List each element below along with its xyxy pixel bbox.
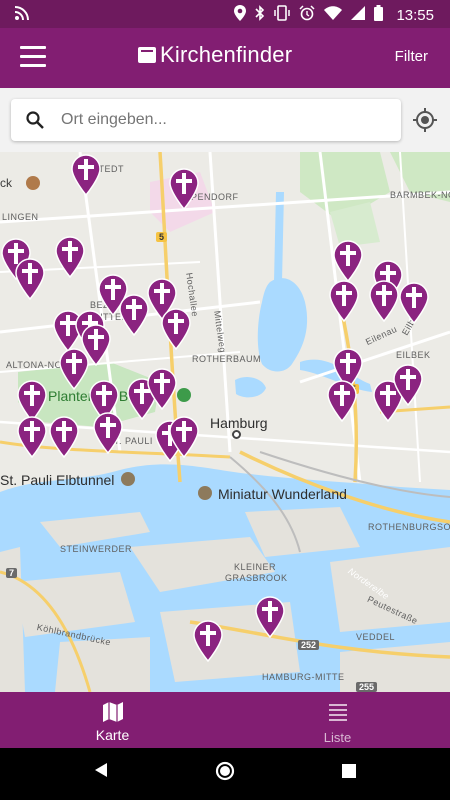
alarm-icon [299,5,315,25]
tab-karte[interactable]: Karte [0,692,225,748]
map-label-grasbrook: GRASBROOK [225,573,288,583]
map-label-barmbek-nord: BARMBEK-NORD [390,190,450,200]
map-label-lingen: LINGEN [2,212,39,222]
hamburger-menu-icon[interactable] [20,46,46,68]
home-icon[interactable] [215,761,235,781]
church-marker-icon[interactable] [332,240,364,282]
church-marker-icon[interactable] [368,280,400,322]
tab-liste[interactable]: Liste [225,692,450,748]
search-row [0,88,450,152]
filter-button[interactable]: Filter [395,48,428,65]
wifi-icon [324,6,343,24]
back-icon[interactable] [94,762,108,778]
map-label-ck: ck [0,176,12,190]
church-marker-icon[interactable] [58,348,90,390]
church-marker-icon[interactable] [146,368,178,410]
church-marker-icon[interactable] [16,416,48,458]
map-label-altona-nord: ALTONA-NO [6,360,63,370]
route-badge: 7 [6,568,18,578]
map-icon [103,702,123,722]
map-label-st-pauli-elbtunnel: St. Pauli Elbtunnel [0,472,115,488]
app-title: Kirchenfinder [160,42,293,67]
map-label-miniatur-wunderland: Miniatur Wunderland [218,486,347,502]
map-label-rotherbaum: ROTHERBAUM [192,354,262,364]
bluetooth-icon [255,5,265,25]
city-center-marker [232,430,241,439]
signal-icon [351,6,366,24]
search-input[interactable] [61,99,391,141]
tab-karte-label: Karte [95,727,130,743]
church-marker-icon[interactable] [326,380,358,422]
map-label-rothenburgsort: ROTHENBURGSORT [368,522,450,532]
recent-apps-icon[interactable] [342,764,356,778]
list-icon [329,704,347,721]
search-icon[interactable] [25,110,45,130]
church-marker-icon[interactable] [168,168,200,210]
church-marker-icon[interactable] [254,596,286,638]
my-location-icon[interactable] [412,107,438,133]
map-label-kleiner: KLEINER [234,562,277,572]
location-icon [234,5,247,25]
system-navigation-bar [0,748,450,800]
museum-poi-icon[interactable] [198,486,212,500]
zoo-poi-icon[interactable] [26,176,40,190]
church-marker-icon[interactable] [118,294,150,336]
brand: Kirchenfinder [138,42,292,68]
app-logo-icon [138,47,156,63]
church-marker-icon[interactable] [92,412,124,454]
map-label-hamburg-mitte: HAMBURG-MITTE [262,672,345,682]
map-label-hamburg: Hamburg [210,415,268,431]
app-bar: Kirchenfinder Filter [0,28,450,88]
map-label-steinwerder: STEINWERDER [60,544,133,554]
park-poi-icon[interactable] [177,388,191,402]
search-box [11,99,401,141]
church-marker-icon[interactable] [398,282,430,324]
status-time: 13:55 [396,6,434,24]
map-view[interactable]: STEDT EPPENDORF BARMBEK-NORD ck LINGEN H… [0,152,450,692]
church-marker-icon[interactable] [48,416,80,458]
church-marker-icon[interactable] [328,280,360,322]
bottom-navigation: Karte Liste [0,692,450,748]
church-marker-icon[interactable] [70,154,102,196]
wifi-calling-icon [14,5,30,25]
vibrate-icon [274,5,291,25]
battery-icon [374,5,384,25]
church-marker-icon[interactable] [160,308,192,350]
tab-liste-label: Liste [323,730,352,745]
church-marker-icon[interactable] [168,416,200,458]
app-screen: 13:55 Kirchenfinder Filter Ort eingeben.… [0,0,450,800]
church-marker-icon[interactable] [192,620,224,662]
church-marker-icon[interactable] [54,236,86,278]
status-bar: 13:55 [0,0,450,28]
church-marker-icon[interactable] [14,258,46,300]
church-marker-icon[interactable] [392,364,424,406]
map-label-eilbek: EILBEK [396,350,431,360]
landmark-poi-icon[interactable] [121,472,135,486]
route-badge: 5 [156,232,168,242]
route-badge: 252 [298,640,320,650]
route-badge: 255 [356,682,378,692]
map-label-veddel: VEDDEL [356,632,396,642]
